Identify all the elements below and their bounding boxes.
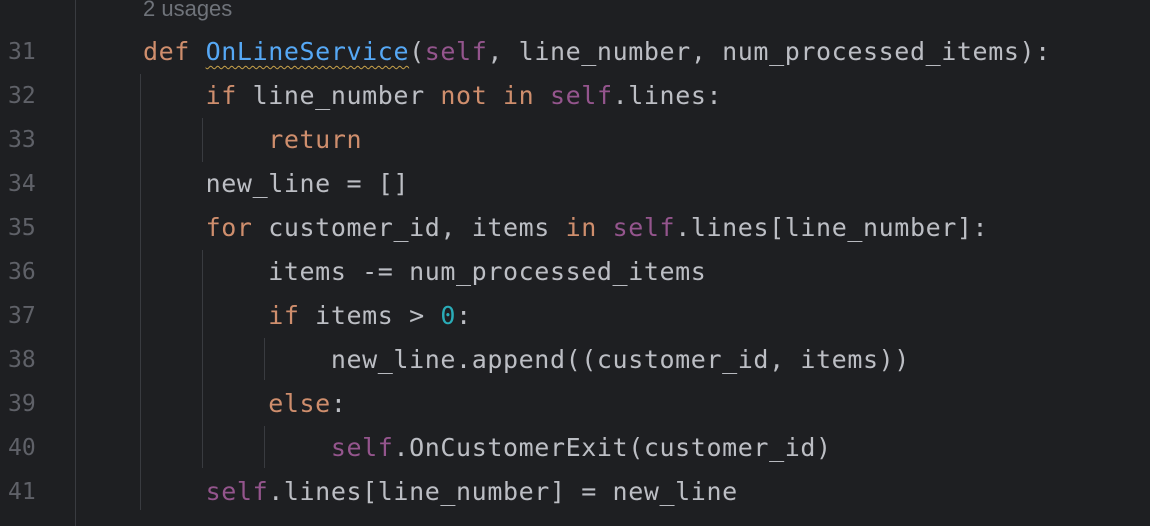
- line-number[interactable]: 40: [8, 426, 48, 470]
- self-token: self: [612, 213, 676, 242]
- indent-guide: [140, 74, 141, 510]
- code-token: line_number: [236, 81, 441, 110]
- code-token: items >: [299, 301, 441, 330]
- line-number[interactable]: 37: [8, 294, 48, 338]
- code-line[interactable]: self.OnCustomerExit(customer_id): [143, 426, 832, 470]
- keyword-token: def: [143, 37, 190, 66]
- line-number[interactable]: 36: [8, 250, 48, 294]
- code-line[interactable]: return: [143, 118, 362, 162]
- line-number[interactable]: 39: [8, 382, 48, 426]
- code-token: :: [330, 389, 347, 418]
- code-line[interactable]: new_line.append((customer_id, items)): [143, 338, 910, 382]
- code-line[interactable]: new_line = []: [143, 162, 409, 206]
- line-number[interactable]: 34: [8, 162, 48, 206]
- line-number[interactable]: 31: [8, 30, 48, 74]
- code-token: .OnCustomerExit(customer_id): [393, 433, 832, 462]
- self-token: self: [549, 81, 613, 110]
- code-line[interactable]: else:: [143, 382, 346, 426]
- code-token: .lines:: [612, 81, 723, 110]
- code-token: items -= num_processed_items: [268, 257, 707, 286]
- code-token: .lines[line_number]:: [675, 213, 989, 242]
- code-token: :: [456, 301, 472, 330]
- keyword-token: if: [268, 301, 300, 330]
- code-editor[interactable]: 31 32 33 34 35 36 37 38 39 40 41 2 usages def OnLi…: [0, 0, 1150, 526]
- code-token: customer_id, items: [252, 213, 566, 242]
- code-token: , line_number, num_processed_items):: [487, 37, 1051, 66]
- line-number[interactable]: 38: [8, 338, 48, 382]
- line-number-gutter[interactable]: 31 32 33 34 35 36 37 38 39 40 41: [0, 0, 76, 526]
- keyword-token: in: [503, 81, 535, 110]
- code-token: new_line.append((customer_id, items)): [330, 345, 910, 374]
- line-number[interactable]: 35: [8, 206, 48, 250]
- keyword-token: not: [440, 81, 488, 110]
- keyword-token: else: [268, 389, 331, 418]
- code-token: new_line = []: [205, 169, 410, 198]
- usages-hint[interactable]: 2 usages: [143, 0, 232, 24]
- keyword-token: return: [268, 125, 363, 154]
- code-area[interactable]: 2 usages def OnLineService(self, line_nu…: [76, 0, 1150, 526]
- self-token: self: [205, 477, 269, 506]
- line-number[interactable]: 33: [8, 118, 48, 162]
- code-line[interactable]: def OnLineService(self, line_number, num…: [143, 30, 1051, 74]
- code-line[interactable]: if line_number not in self.lines:: [143, 74, 722, 118]
- code-line[interactable]: if items > 0:: [143, 294, 472, 338]
- number-token: 0: [440, 301, 457, 330]
- code-line[interactable]: self.lines[line_number] = new_line: [143, 470, 738, 514]
- function-name-token: OnLineService: [205, 37, 410, 66]
- code-token: .lines[line_number] = new_line: [268, 477, 738, 506]
- line-number[interactable]: 32: [8, 74, 48, 118]
- code-line[interactable]: for customer_id, items in self.lines[lin…: [143, 206, 988, 250]
- code-token: (: [409, 37, 425, 66]
- keyword-token: if: [205, 81, 237, 110]
- code-line[interactable]: items -= num_processed_items: [143, 250, 706, 294]
- keyword-token: in: [565, 213, 597, 242]
- line-number[interactable]: 41: [8, 470, 48, 514]
- keyword-token: for: [205, 213, 253, 242]
- self-token: self: [330, 433, 394, 462]
- self-token: self: [424, 37, 488, 66]
